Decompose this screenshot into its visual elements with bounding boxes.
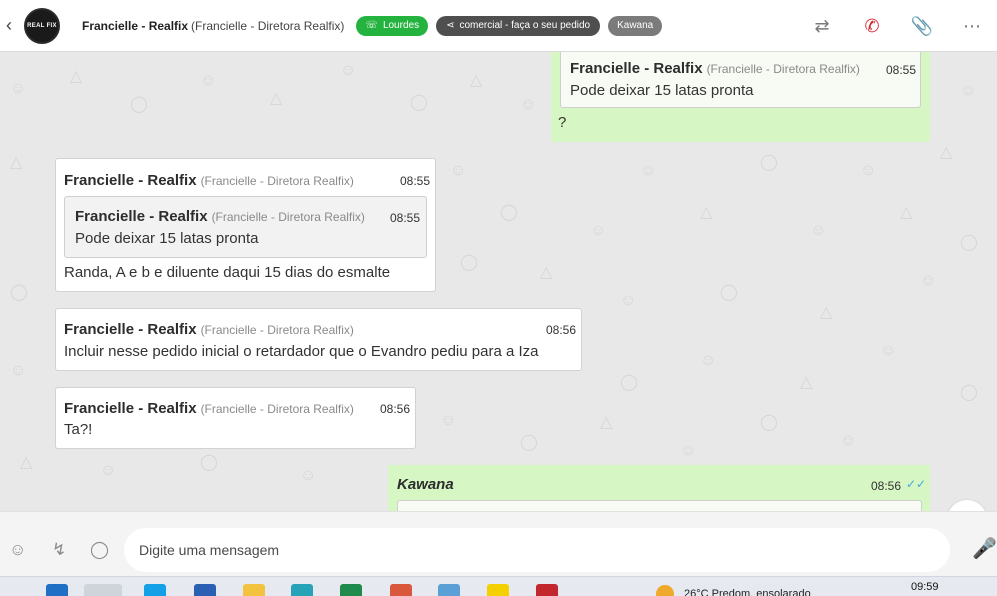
transfer-icon[interactable]: ⇄ [797, 0, 847, 52]
message-text: Ta?! [64, 421, 93, 438]
message-author-name: Francielle - Realfix [64, 321, 197, 338]
emoji-icon[interactable]: ☺ [9, 540, 26, 560]
connection-tag-label: Lourdes [382, 20, 420, 31]
quoted-message[interactable]: Francielle - Realfix (Francielle - Direto… [64, 196, 427, 258]
app-icon[interactable] [390, 584, 412, 596]
quoted-author: Francielle - Realfix (Francielle - Direto… [570, 60, 860, 77]
agent-tag[interactable]: Kawana [608, 15, 663, 36]
message-author-role: (Francielle - Diretora Realfix) [200, 402, 354, 416]
notes-icon[interactable] [487, 584, 509, 596]
message-time: 08:55 [400, 174, 431, 188]
back-icon[interactable]: ‹ [2, 0, 16, 52]
chat-icon[interactable]: ◯ [90, 540, 109, 560]
attach-icon[interactable]: 📎 [897, 0, 947, 52]
quoted-author: Francielle - Realfix (Francielle - Direto… [75, 208, 365, 225]
chat-header: ‹ REAL FIX Francielle - Realfix (Franciel… [0, 0, 997, 52]
message-text: Incluir nesse pedido inicial o retardado… [64, 343, 539, 360]
quoted-author-role: (Francielle - Diretora Realfix) [706, 62, 860, 76]
weather-text[interactable]: 26°C Predom. ensolarado [684, 588, 811, 596]
message-bubble-incoming[interactable]: Francielle - Realfix (Francielle - Direto… [55, 387, 416, 449]
message-bubble-incoming[interactable]: Francielle - Realfix (Francielle - Direto… [55, 158, 436, 292]
queue-tag[interactable]: ⋖ comercial - faça o seu pedido [436, 15, 601, 36]
weather-icon[interactable] [656, 585, 674, 596]
skype-icon[interactable] [144, 584, 166, 596]
message-time: 08:56 [871, 479, 902, 493]
whatsapp-icon: ☏ [365, 20, 378, 31]
message-input[interactable] [124, 528, 950, 572]
photos-icon[interactable] [438, 584, 460, 596]
header-actions: ⇄ ✆ 📎 ⋯ [797, 0, 997, 52]
message-bubble-incoming[interactable]: Francielle - Realfix (Francielle - Direto… [55, 308, 582, 371]
message-composer: ☺ ↯ ◯ 🎤 [0, 511, 997, 576]
message-author-role: (Francielle - Diretora Realfix) [200, 323, 354, 337]
quoted-time: 08:55 [390, 211, 421, 225]
message-author: Francielle - Realfix (Francielle - Direto… [64, 400, 354, 417]
contact-subtitle: (Francielle - Diretora Realfix) [191, 18, 345, 33]
end-call-icon[interactable]: ✆ [847, 0, 897, 52]
connection-tag[interactable]: ☏ Lourdes [356, 15, 429, 36]
edge-icon[interactable] [291, 584, 313, 596]
agent-tag-label: Kawana [617, 20, 654, 31]
message-text: ? [558, 114, 567, 131]
message-author-role: (Francielle - Diretora Realfix) [200, 174, 354, 188]
quoted-message[interactable] [397, 500, 922, 511]
pdf-icon[interactable] [536, 584, 558, 596]
message-author-name: Francielle - Realfix [64, 400, 197, 417]
excel-icon[interactable] [340, 584, 362, 596]
avatar-logo-text: REAL FIX [27, 22, 57, 29]
message-author-name: Kawana [397, 476, 454, 493]
message-author-name: Francielle - Realfix [64, 172, 197, 189]
message-time: 08:56 [546, 323, 577, 337]
more-icon[interactable]: ⋯ [947, 0, 997, 52]
read-receipt-icon: ✓✓ [906, 477, 927, 491]
queue-tag-label: comercial - faça o seu pedido [459, 20, 591, 31]
message-list[interactable]: ☺ △ ◯ ☺ △ ☺ ◯ △ ☺ ☺ △ △ ☺ ◯ ☺ ☺ △ ◯ ☺ ☺ △ ◯ ◯ △ ☺ ◯ △ ☺ ◯ ☺… [0, 52, 997, 511]
sitemap-icon: ⋖ [446, 20, 455, 31]
explorer-icon[interactable] [243, 584, 265, 596]
message-text: Randa, A e b e diluente daqui 15 dias do… [64, 264, 391, 281]
quoted-text: Pode deixar 15 latas pronta [75, 230, 259, 247]
quoted-text: Pode deixar 15 latas pronta [570, 82, 754, 99]
word-icon[interactable] [194, 584, 216, 596]
quick-reply-icon[interactable]: ↯ [52, 540, 66, 560]
contact-name-label: Francielle - Realfix [82, 18, 189, 33]
message-author: Francielle - Realfix (Francielle - Direto… [64, 172, 354, 189]
quoted-author-role: (Francielle - Diretora Realfix) [211, 210, 365, 224]
os-taskbar: 26°C Predom. ensolarado 09:59 [0, 576, 997, 596]
outlook-icon[interactable] [46, 584, 68, 596]
message-bubble-outgoing[interactable]: Francielle - Realfix (Francielle - Direto… [551, 52, 930, 142]
avatar[interactable]: REAL FIX [24, 7, 60, 44]
quoted-author-name: Francielle - Realfix [570, 60, 703, 77]
microphone-icon[interactable]: 🎤 [972, 536, 997, 561]
message-author: Francielle - Realfix (Francielle - Direto… [64, 321, 354, 338]
chrome-icon[interactable] [84, 584, 122, 596]
message-author: Kawana [397, 476, 454, 493]
quoted-author-name: Francielle - Realfix [75, 208, 208, 225]
taskbar-clock[interactable]: 09:59 [911, 581, 939, 593]
message-time: 08:56 [380, 402, 411, 416]
contact-name[interactable]: Francielle - Realfix (Francielle - Direto… [82, 19, 344, 33]
quoted-time: 08:55 [886, 63, 917, 77]
message-bubble-outgoing[interactable]: Kawana 08:56 ✓✓ [388, 465, 930, 511]
quoted-message[interactable]: Francielle - Realfix (Francielle - Direto… [560, 52, 921, 108]
